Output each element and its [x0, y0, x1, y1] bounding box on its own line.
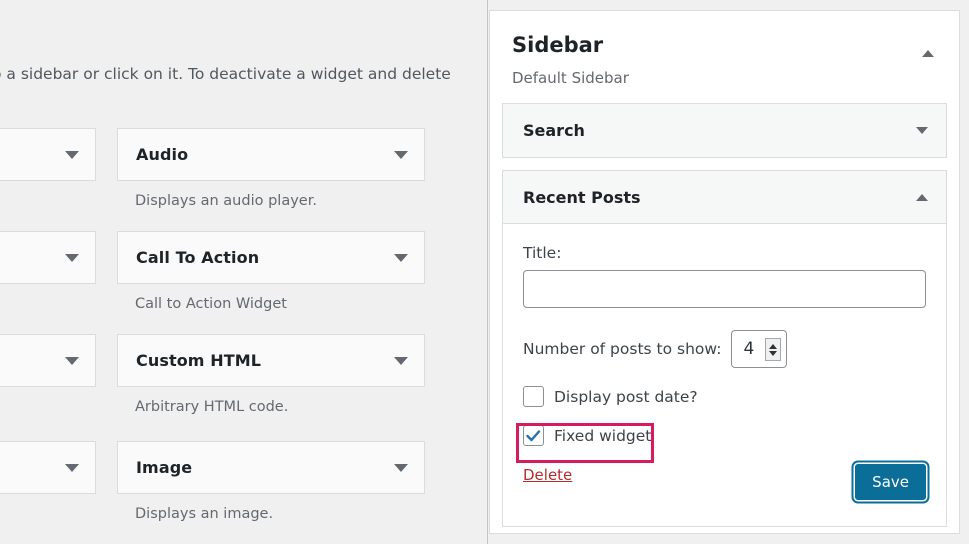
- posts-count-row: Number of posts to show: 4: [523, 330, 926, 369]
- display-post-date-row[interactable]: Display post date?: [523, 386, 926, 408]
- sidebar-widget-recent-posts[interactable]: Recent Posts Title: Number of posts to s…: [502, 170, 947, 528]
- fixed-widget-row[interactable]: Fixed widget: [523, 425, 926, 447]
- chevron-down-icon[interactable]: [916, 127, 928, 135]
- sidebar-panel-toggle[interactable]: [919, 44, 937, 62]
- chevron-down-icon[interactable]: [65, 463, 79, 472]
- chevron-up-icon[interactable]: [916, 193, 928, 201]
- widget-card-call-to-action[interactable]: Call To Action Call to Action Widget: [117, 231, 425, 312]
- chevron-up-icon[interactable]: [922, 49, 934, 57]
- widget-card-image[interactable]: Image Displays an image.: [117, 441, 425, 522]
- chevron-down-icon[interactable]: [65, 356, 79, 365]
- display-post-date-label: Display post date?: [554, 387, 698, 406]
- widget-card-audio[interactable]: Audio Displays an audio player.: [117, 128, 425, 209]
- widget-card-description: Displays an image.: [135, 506, 274, 522]
- check-icon: [526, 429, 541, 441]
- chevron-down-icon[interactable]: [65, 253, 79, 262]
- stepper-up-icon[interactable]: [769, 343, 778, 349]
- sidebar-widget-title: Search: [523, 121, 585, 141]
- available-widgets-pane: o a sidebar or click on it. To deactivat…: [0, 0, 487, 544]
- sidebar-widget-title: Recent Posts: [523, 187, 641, 207]
- widget-card-header[interactable]: [0, 128, 96, 181]
- delete-link[interactable]: Delete: [523, 466, 572, 484]
- sidebar-widget-header[interactable]: Recent Posts: [503, 171, 946, 225]
- sidebar-panel-subtitle: Default Sidebar: [512, 69, 629, 88]
- widget-card-title: Image: [136, 458, 193, 477]
- widget-card-header[interactable]: [0, 231, 96, 284]
- chevron-down-icon[interactable]: [394, 356, 408, 365]
- sidebar-widget-list: Search Recent Posts Title: Number of pos…: [490, 87, 959, 533]
- chevron-down-icon[interactable]: [65, 150, 79, 159]
- widget-card-description: Call to Action Widget: [135, 296, 287, 312]
- recent-posts-form: Title: Number of posts to show: 4 Displa…: [503, 224, 946, 526]
- widget-card-custom-html[interactable]: Custom HTML Arbitrary HTML code.: [117, 334, 425, 415]
- widget-card-description: te’s Posts.: [0, 181, 96, 209]
- posts-count-label: Number of posts to show:: [523, 340, 722, 359]
- chevron-down-icon[interactable]: [394, 150, 408, 159]
- pane-divider: [487, 0, 488, 544]
- posts-count-value: 4: [743, 339, 755, 360]
- display-post-date-checkbox[interactable]: [523, 386, 544, 408]
- posts-count-stepper[interactable]: 4: [731, 330, 788, 369]
- widget-card-description: Displays an audio player.: [135, 193, 317, 209]
- widget-card-header[interactable]: Audio: [117, 128, 425, 181]
- widget-card-header[interactable]: [0, 334, 96, 387]
- widgets-admin-screen: o a sidebar or click on it. To deactivat…: [0, 0, 969, 544]
- title-input[interactable]: [523, 270, 926, 309]
- title-label: Title:: [523, 244, 562, 263]
- form-footer: Delete Save: [523, 464, 926, 510]
- widget-card-header[interactable]: Custom HTML: [117, 334, 425, 387]
- sidebar-panel-header[interactable]: Sidebar Default Sidebar: [490, 11, 959, 87]
- widget-card[interactable]: ories.: [0, 334, 96, 415]
- widget-card-title: Call To Action: [136, 248, 260, 267]
- widget-card[interactable]: te’s Posts.: [0, 128, 96, 209]
- sidebar-panel: Sidebar Default Sidebar Search Recent Po…: [489, 10, 960, 534]
- widget-card[interactable]: sts.: [0, 231, 96, 312]
- sidebar-widget-header[interactable]: Search: [503, 104, 946, 158]
- fixed-widget-checkbox[interactable]: [523, 425, 544, 447]
- widget-card-title: Audio: [136, 145, 189, 164]
- stepper-arrows-icon[interactable]: [765, 338, 782, 362]
- stepper-down-icon[interactable]: [769, 350, 778, 356]
- fixed-widget-label: Fixed widget: [554, 426, 652, 445]
- widget-card-header[interactable]: [0, 441, 96, 494]
- widget-card-description: Arbitrary HTML code.: [135, 399, 289, 415]
- widget-card-description: ories.: [0, 387, 96, 415]
- sidebar-widget-search[interactable]: Search: [502, 103, 947, 159]
- chevron-down-icon[interactable]: [394, 253, 408, 262]
- save-button[interactable]: Save: [855, 464, 926, 501]
- widget-card-title: Custom HTML: [136, 351, 262, 370]
- page-title: Sidebar: [512, 33, 604, 57]
- widget-card-description: sts.: [0, 284, 96, 312]
- widget-card[interactable]: [0, 441, 96, 494]
- widget-card-header[interactable]: Image: [117, 441, 425, 494]
- widget-card-header[interactable]: Call To Action: [117, 231, 425, 284]
- intro-instruction-text: o a sidebar or click on it. To deactivat…: [0, 65, 451, 83]
- chevron-down-icon[interactable]: [394, 463, 408, 472]
